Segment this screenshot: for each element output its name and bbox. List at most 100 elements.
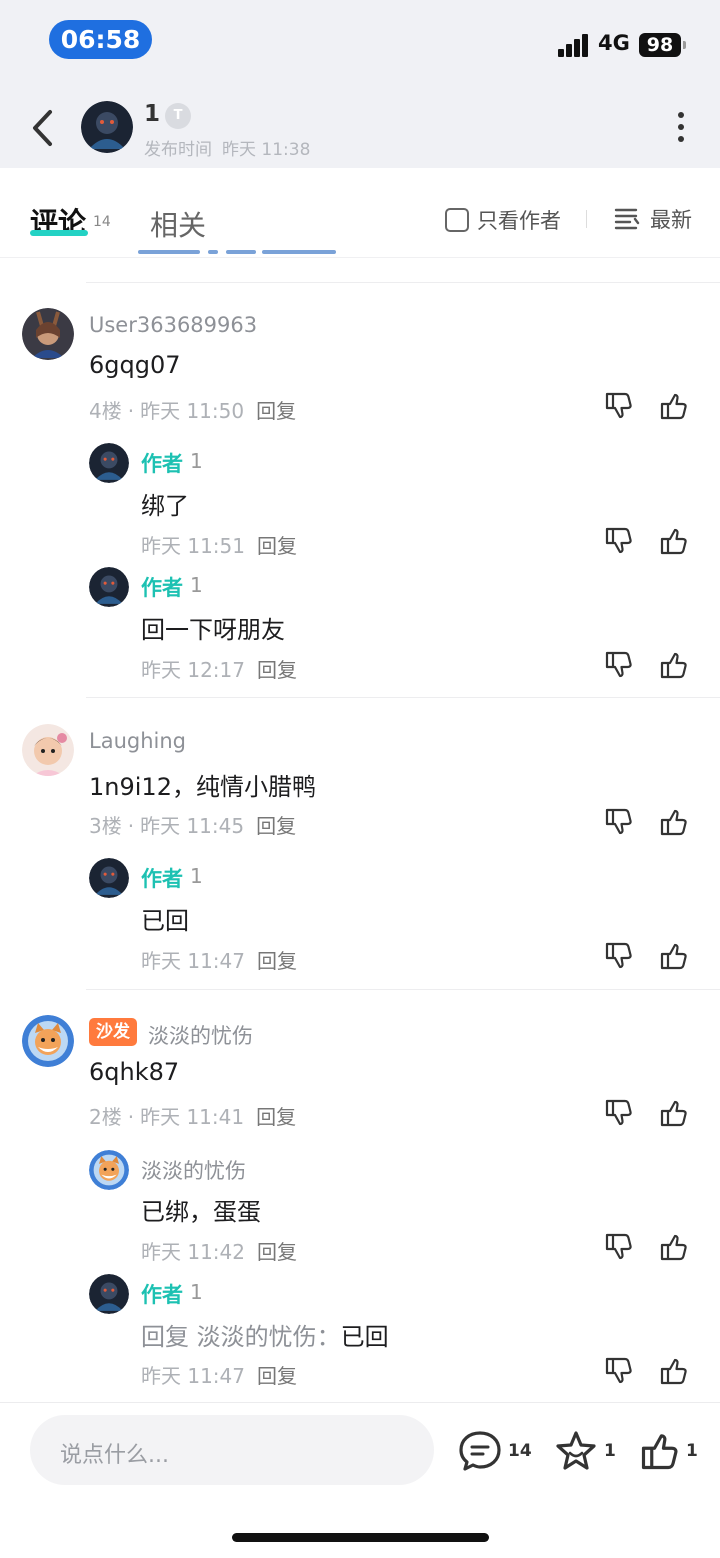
author-avatar[interactable]: [81, 101, 133, 153]
dislike-button[interactable]: [603, 1231, 635, 1263]
comment-text: 6gqg07: [89, 351, 181, 379]
reply-user-name[interactable]: 1: [190, 449, 203, 473]
comment-meta: 2楼 · 昨天 11:41 回复: [89, 1105, 297, 1129]
reply-button[interactable]: 回复: [256, 399, 296, 423]
reply-meta: 昨天 12:17 回复: [141, 654, 297, 683]
comment-input-placeholder: 说点什么...: [60, 1443, 169, 1468]
like-button[interactable]: [658, 1355, 690, 1387]
commenter-name[interactable]: 淡淡的忧伤: [148, 1020, 253, 1050]
commenter-name[interactable]: Laughing: [89, 729, 186, 753]
reply-time: 昨天 11:47: [141, 949, 245, 973]
like-count: 1: [686, 1441, 698, 1461]
reply-avatar[interactable]: [89, 1274, 129, 1314]
comment-text: 1n9i12，纯情小腊鸭: [89, 773, 316, 801]
reply-button[interactable]: 回复: [257, 534, 297, 558]
dislike-icon: [605, 808, 632, 835]
sort-button[interactable]: 最新: [614, 204, 692, 234]
like-button[interactable]: [658, 649, 690, 681]
favorite-count: 1: [604, 1441, 616, 1461]
publish-info: 发布时间 昨天 11:38: [144, 135, 310, 160]
reply-avatar[interactable]: [89, 443, 129, 483]
reply-user-name[interactable]: 1: [190, 864, 203, 888]
signal-icon: [558, 33, 590, 57]
like-button[interactable]: [658, 1231, 690, 1263]
like-post-button[interactable]: [638, 1429, 682, 1477]
publish-label: 发布时间: [144, 140, 212, 160]
dislike-icon: [605, 1357, 632, 1384]
comment-count: 14: [508, 1441, 532, 1461]
dislike-button[interactable]: [603, 940, 635, 972]
commenter-name[interactable]: User363689963: [89, 313, 257, 337]
commenter-avatar[interactable]: [22, 308, 74, 360]
dislike-button[interactable]: [603, 806, 635, 838]
reply-button[interactable]: 回复: [256, 814, 296, 838]
dislike-button[interactable]: [603, 390, 635, 422]
reply-meta: 昨天 11:47 回复: [141, 945, 297, 974]
like-icon: [660, 1234, 687, 1261]
floor-number: 4楼: [89, 399, 122, 423]
comment-text: 6qhk87: [89, 1058, 180, 1086]
reply-avatar[interactable]: [89, 567, 129, 607]
tab-related[interactable]: 相关: [150, 204, 206, 244]
author-tag: 作者: [141, 1283, 183, 1307]
more-button[interactable]: [669, 110, 693, 144]
status-time: 06:58: [49, 20, 152, 59]
reply-meta: 昨天 11:42 回复: [141, 1236, 297, 1265]
comment-button[interactable]: [458, 1429, 502, 1477]
divider: [86, 697, 720, 698]
back-button[interactable]: [26, 106, 62, 150]
reply-text: 已绑，蛋蛋: [141, 1198, 261, 1226]
floor-number: 2楼: [89, 1105, 122, 1129]
dislike-button[interactable]: [603, 1097, 635, 1129]
dislike-button[interactable]: [603, 1355, 635, 1387]
dislike-icon: [605, 1099, 632, 1126]
reply-button[interactable]: 回复: [257, 949, 297, 973]
commenter-avatar[interactable]: [22, 724, 74, 776]
tab-comments-count: 14: [93, 214, 111, 230]
commenter-avatar[interactable]: [22, 1015, 74, 1067]
reply-button[interactable]: 回复: [256, 1105, 296, 1129]
reply-button[interactable]: 回复: [257, 1240, 297, 1264]
only-author-label: 只看作者: [477, 209, 561, 233]
reply-meta: 昨天 11:47 回复: [141, 1360, 297, 1389]
divider: [86, 989, 720, 990]
reply-avatar[interactable]: [89, 858, 129, 898]
battery-level: 98: [639, 33, 681, 57]
like-button[interactable]: [658, 525, 690, 557]
like-icon: [660, 528, 687, 555]
tab-divider: [586, 210, 587, 228]
reply-time: 昨天 12:17: [141, 658, 245, 682]
publish-time: 昨天 11:38: [222, 140, 311, 160]
like-button[interactable]: [658, 940, 690, 972]
like-icon: [660, 652, 687, 679]
like-button[interactable]: [658, 390, 690, 422]
dislike-button[interactable]: [603, 649, 635, 681]
favorite-icon: [556, 1431, 596, 1470]
favorite-button[interactable]: [554, 1429, 598, 1477]
comment-time: 昨天 11:45: [140, 814, 245, 838]
reply-avatar[interactable]: [89, 1150, 129, 1190]
like-button[interactable]: [658, 1097, 690, 1129]
comment-time: 昨天 11:41: [140, 1105, 245, 1129]
like-icon: [660, 1100, 687, 1127]
checkbox-icon: [445, 208, 469, 232]
only-author-toggle[interactable]: 只看作者: [445, 205, 561, 235]
reply-button[interactable]: 回复: [257, 1364, 297, 1388]
clipped-link: [138, 248, 338, 258]
like-icon: [660, 1358, 687, 1385]
reply-user-name[interactable]: 1: [190, 1280, 203, 1304]
reply-user-name[interactable]: 淡淡的忧伤: [141, 1155, 246, 1185]
comment-input[interactable]: 说点什么...: [30, 1415, 434, 1485]
reply-button[interactable]: 回复: [257, 658, 297, 682]
like-icon: [660, 809, 687, 836]
tab-active-indicator: [30, 230, 88, 236]
dislike-icon: [605, 392, 632, 419]
reply-text: 已回: [141, 907, 189, 935]
like-icon: [660, 393, 687, 420]
like-button[interactable]: [658, 806, 690, 838]
sort-icon: [614, 208, 640, 230]
dislike-button[interactable]: [603, 525, 635, 557]
author-name[interactable]: 1: [144, 101, 160, 127]
reply-user-name[interactable]: 1: [190, 573, 203, 597]
sort-label: 最新: [650, 208, 692, 232]
